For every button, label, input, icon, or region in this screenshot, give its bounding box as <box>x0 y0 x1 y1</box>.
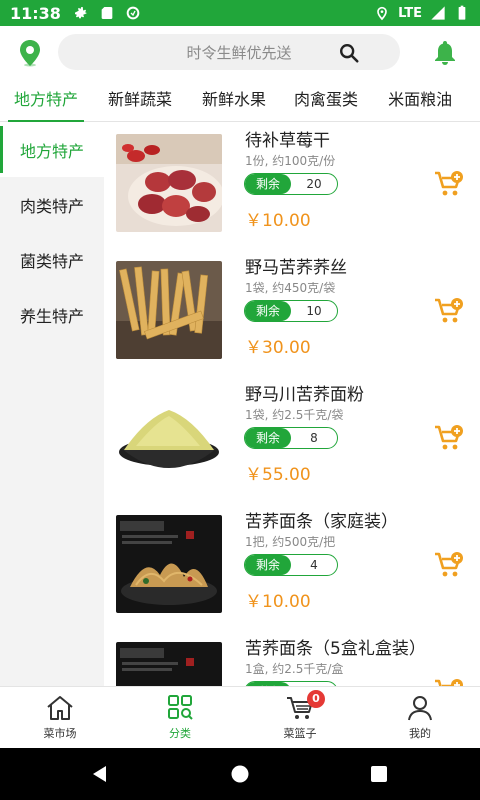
nav-market[interactable]: 菜市场 <box>0 687 120 748</box>
sync-icon <box>126 6 140 20</box>
product-spec: 1把, 约500克/把 <box>245 535 336 549</box>
add-to-cart-icon[interactable] <box>434 551 464 579</box>
product-image-buckwheat-noodles-giftbox[interactable] <box>116 642 222 686</box>
product-name: 苦荞面条（家庭装） <box>245 512 398 532</box>
product-name: 野马苦荞荞丝 <box>245 258 347 278</box>
stock-label: 剩余 <box>245 428 291 448</box>
stock-label: 剩余 <box>245 174 291 194</box>
search-bar[interactable]: 时令生鲜优先送 <box>58 34 400 70</box>
tab-meat-eggs[interactable]: 肉禽蛋类 <box>294 80 358 122</box>
nav-profile-label: 我的 <box>409 727 431 740</box>
search-icon[interactable] <box>338 42 360 64</box>
bottom-navigation: 菜市场 分类 0 菜篮子 我的 <box>0 686 480 748</box>
nav-cart[interactable]: 0 菜篮子 <box>240 687 360 748</box>
stock-indicator: 剩余 4 <box>244 554 338 576</box>
add-to-cart-icon[interactable] <box>434 424 464 452</box>
product-image-buckwheat-noodles-family[interactable] <box>116 515 222 613</box>
location-status-icon <box>377 6 387 21</box>
stock-indicator: 剩余 8 <box>244 427 338 449</box>
product-item[interactable]: 待补草莓干 1份, 约100克/份 剩余 20 ￥10.00 <box>104 122 480 249</box>
status-bar: 11:38 LTE <box>0 0 480 26</box>
nav-category[interactable]: 分类 <box>120 687 240 748</box>
sidebar-item-local-specialty[interactable]: 地方特产 <box>0 122 104 177</box>
settings-icon <box>74 7 87 19</box>
cart-count-badge: 0 <box>307 690 325 708</box>
product-price: ￥10.00 <box>245 211 311 231</box>
stock-indicator: 剩余 20 <box>244 173 338 195</box>
add-to-cart-icon[interactable] <box>434 678 464 686</box>
add-to-cart-icon[interactable] <box>434 170 464 198</box>
recents-icon[interactable] <box>369 764 389 784</box>
tab-rice-flour-oil[interactable]: 米面粮油 <box>388 80 452 122</box>
product-name: 苦荞面条（5盒礼盒装） <box>245 639 426 659</box>
sd-card-icon <box>101 7 113 19</box>
product-item[interactable]: 野马川苦荞面粉 1袋, 约2.5千克/袋 剩余 8 ￥55.00 <box>104 376 480 503</box>
category-tabs: 地方特产 新鲜蔬菜 新鲜水果 肉禽蛋类 米面粮油 <box>0 80 480 123</box>
product-spec: 1份, 约100克/份 <box>245 154 336 168</box>
sub-category-sidebar: 地方特产 肉类特产 菌类特产 养生特产 <box>0 122 104 686</box>
user-icon <box>408 696 432 721</box>
product-item[interactable]: 苦荞面条（家庭装） 1把, 约500克/把 剩余 4 ￥10.00 <box>104 503 480 630</box>
signal-icon <box>431 6 445 20</box>
stock-value: 8 <box>310 431 318 445</box>
stock-value: 10 <box>306 304 322 318</box>
product-price: ￥10.00 <box>245 592 311 612</box>
status-time: 11:38 <box>10 3 61 23</box>
stock-label: 剩余 <box>245 301 291 321</box>
sidebar-item-health-specialty[interactable]: 养生特产 <box>0 287 104 342</box>
product-price: ￥30.00 <box>245 338 311 358</box>
bell-icon[interactable] <box>432 39 458 67</box>
product-spec: 1盒, 约2.5千克/盒 <box>245 662 344 676</box>
sidebar-item-meat-specialty[interactable]: 肉类特产 <box>0 177 104 232</box>
product-item[interactable]: 苦荞面条（5盒礼盒装） 1盒, 约2.5千克/盒 剩余 <box>104 630 480 686</box>
product-price: ￥55.00 <box>245 465 311 485</box>
product-image-strawberry[interactable] <box>116 134 222 232</box>
tab-fresh-vegetables[interactable]: 新鲜蔬菜 <box>108 80 172 122</box>
nav-category-label: 分类 <box>169 727 191 740</box>
nav-market-label: 菜市场 <box>43 727 77 740</box>
location-pin-icon[interactable] <box>17 39 43 67</box>
home-icon <box>47 696 73 720</box>
search-placeholder: 时令生鲜优先送 <box>186 43 292 62</box>
product-image-buckwheat-strips[interactable] <box>116 261 222 359</box>
product-item[interactable]: 野马苦荞荞丝 1袋, 约450克/袋 剩余 10 ￥30.00 <box>104 249 480 376</box>
back-icon[interactable] <box>90 764 110 784</box>
product-spec: 1袋, 约2.5千克/袋 <box>245 408 344 422</box>
category-icon <box>168 695 193 720</box>
system-navigation-bar <box>0 748 480 800</box>
sidebar-item-mushroom-specialty[interactable]: 菌类特产 <box>0 232 104 287</box>
tab-fresh-fruits[interactable]: 新鲜水果 <box>202 80 266 122</box>
product-list: 待补草莓干 1份, 约100克/份 剩余 20 ￥10.00 野马苦荞荞丝 1袋… <box>104 122 480 686</box>
nav-cart-label: 菜篮子 <box>283 727 317 740</box>
stock-label: 剩余 <box>245 555 291 575</box>
product-spec: 1袋, 约450克/袋 <box>245 281 336 295</box>
home-circle-icon[interactable] <box>230 764 250 784</box>
stock-indicator: 剩余 10 <box>244 300 338 322</box>
tab-local-specialty[interactable]: 地方特产 <box>7 80 85 123</box>
add-to-cart-icon[interactable] <box>434 297 464 325</box>
nav-profile[interactable]: 我的 <box>360 687 480 748</box>
stock-value: 4 <box>310 558 318 572</box>
product-name: 野马川苦荞面粉 <box>245 385 364 405</box>
product-image-buckwheat-flour[interactable] <box>116 388 222 486</box>
battery-icon <box>458 5 466 20</box>
network-type: LTE <box>398 5 422 21</box>
header: 时令生鲜优先送 <box>0 26 480 80</box>
product-name: 待补草莓干 <box>245 131 330 151</box>
stock-value: 20 <box>306 177 322 191</box>
